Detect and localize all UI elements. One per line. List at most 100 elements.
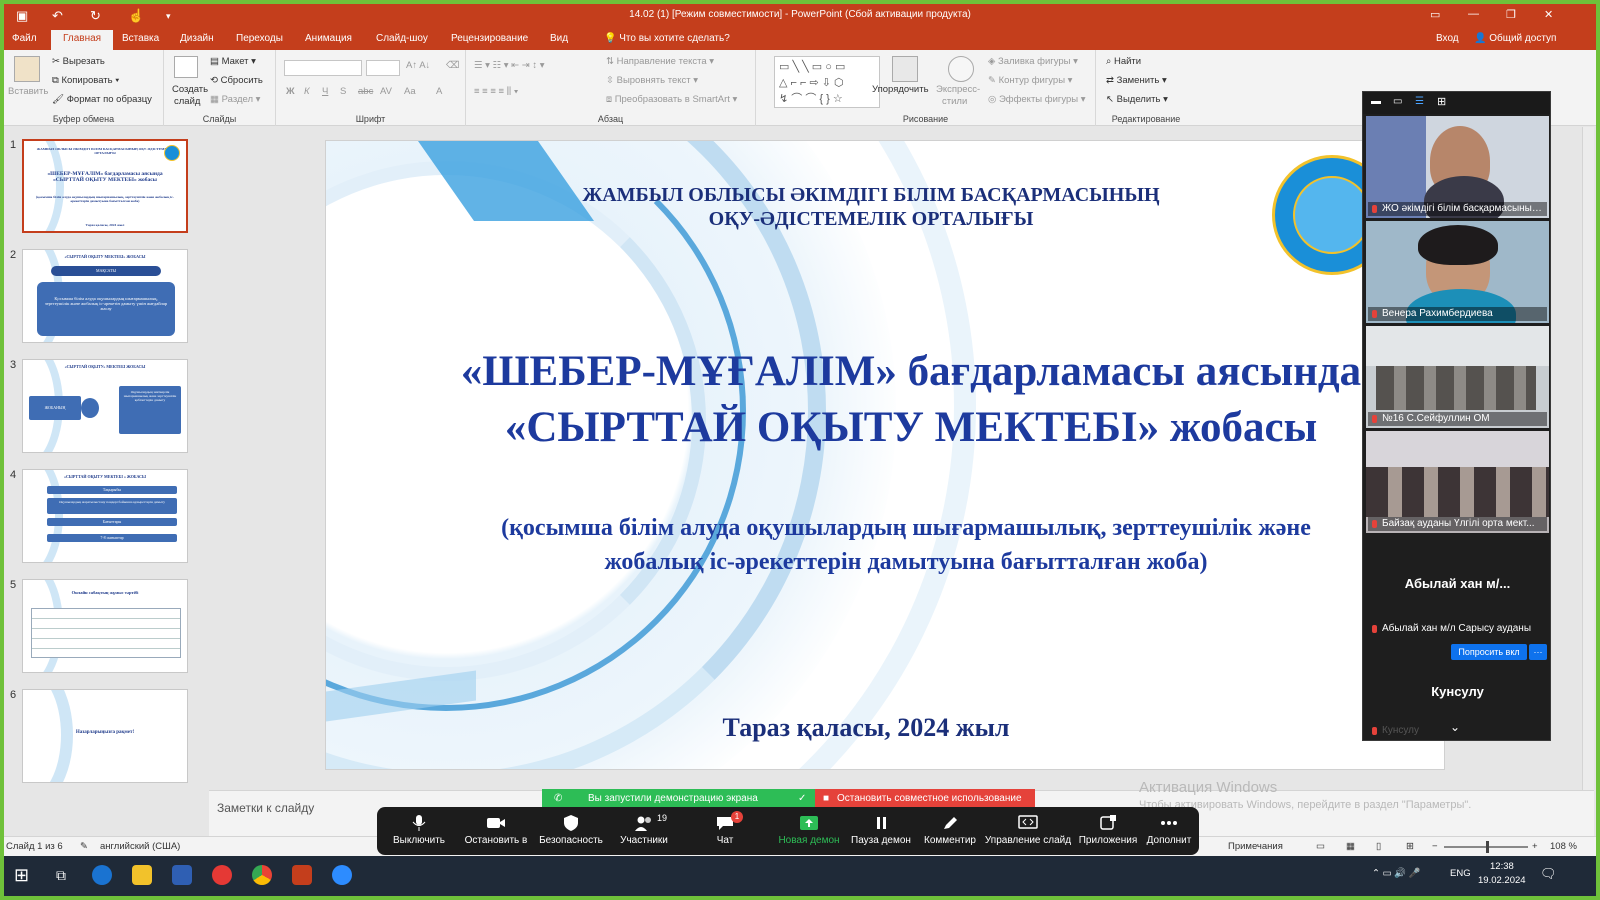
case-icon[interactable]: Aa [404, 86, 416, 97]
apps-button[interactable]: Приложения [1075, 807, 1141, 855]
thumbnail-view-icon[interactable]: ▭ [1393, 96, 1402, 107]
shape-effects-button[interactable]: ◎ Эффекты фигуры ▾ [988, 94, 1086, 105]
participant-tile-6[interactable]: Кунсулу Кунсулу ⌄ [1366, 664, 1549, 740]
participant-video-4[interactable]: Байзақ ауданы Үлгілі орта мект... [1366, 431, 1549, 533]
shapes-gallery[interactable]: ▭ ╲ ╲ ▭ ○ ▭ △ ⌐ ⌐ ⇨ ⇩ ⬡ ↯ ⌒ ⌒ { } ☆ [774, 56, 880, 108]
language-indicator[interactable]: английский (США) [100, 841, 180, 852]
yandex-icon[interactable] [212, 865, 232, 885]
shape-fill-button[interactable]: ◈ Заливка фигуры ▾ [988, 56, 1078, 67]
replace-button[interactable]: ⇄ Заменить ▾ [1106, 75, 1167, 86]
zoom-out-icon[interactable]: − [1432, 841, 1438, 852]
tab-slideshow[interactable]: Слайд-шоу [376, 33, 428, 44]
ask-unmute-button[interactable]: Попросить вкл [1451, 644, 1527, 660]
powerpoint-icon[interactable] [292, 865, 312, 885]
slide-scrollbar[interactable] [1582, 127, 1594, 790]
zoom-in-icon[interactable]: + [1532, 841, 1538, 852]
zoom-app-icon[interactable] [332, 865, 352, 885]
minimize-panel-icon[interactable]: ▬ [1371, 96, 1381, 107]
tab-review[interactable]: Рецензирование [451, 33, 528, 44]
spellcheck-icon[interactable]: ✎ [80, 841, 88, 852]
notifications-icon[interactable]: 🗨 [1540, 866, 1557, 882]
spacing-icon[interactable]: AV [380, 86, 392, 97]
find-button[interactable]: ⌕ Найти [1106, 56, 1141, 67]
tray-icons[interactable]: ⌃ ▭ 🔊 🎤 [1372, 868, 1421, 879]
app-icon[interactable] [172, 865, 192, 885]
text-direction-button[interactable]: ⇅ Направление текста ▾ [606, 56, 714, 67]
sorter-view-icon[interactable]: ▦ [1346, 841, 1355, 852]
grow-font-icon[interactable]: A↑ A↓ [406, 60, 430, 71]
slideshow-view-icon[interactable]: ⊞ [1406, 841, 1414, 852]
section-button[interactable]: ▦ Раздел ▾ [210, 94, 260, 105]
arrange-icon[interactable] [892, 56, 918, 82]
smartart-button[interactable]: ⧈ Преобразовать в SmartArt ▾ [606, 94, 737, 105]
align-icons[interactable]: ≡ ≡ ≡ ≡ ⫼ ▾ [474, 86, 518, 97]
italic-icon[interactable]: К [304, 86, 310, 97]
tab-design[interactable]: Дизайн [180, 33, 214, 44]
ribbon-options-icon[interactable]: ▭ [1430, 8, 1440, 21]
tab-insert[interactable]: Вставка [122, 33, 159, 44]
chrome-icon[interactable] [252, 865, 272, 885]
new-slide-icon[interactable] [174, 56, 198, 78]
more-options-button[interactable]: ··· [1529, 644, 1547, 660]
format-painter-button[interactable]: 🖌 Формат по образцу [52, 94, 152, 105]
windows-start-icon[interactable]: ⊞ [14, 865, 29, 886]
minimize-icon[interactable]: — [1468, 8, 1479, 20]
stop-share-button[interactable]: ■ Остановить совместное использование [815, 789, 1035, 809]
zoom-slider-thumb[interactable] [1486, 841, 1489, 853]
share-button[interactable]: 👤 Общий доступ [1474, 33, 1556, 44]
reset-button[interactable]: ⟲ Сбросить [210, 75, 263, 86]
speaker-view-icon[interactable]: ☰ [1415, 96, 1424, 107]
thumbnail-slide-2[interactable]: «СЫРТТАЙ ОҚЫТУ МЕКТЕБІ» ЖОБАСЫ МАҚСАТЫ Қ… [22, 249, 188, 343]
tab-home[interactable]: Главная [51, 30, 114, 50]
annotate-button[interactable]: Комментир [917, 807, 983, 855]
file-explorer-icon[interactable] [132, 865, 152, 885]
thumbnail-slide-6[interactable]: Назарларыңызға рақмет! [22, 689, 188, 783]
stop-video-button[interactable]: Остановить в [457, 807, 535, 855]
zoom-slider[interactable] [1444, 841, 1528, 853]
new-share-button[interactable]: Новая демон [773, 807, 845, 855]
layout-button[interactable]: ▤ Макет ▾ [210, 56, 256, 67]
scroll-down-icon[interactable]: ⌄ [1450, 720, 1460, 734]
shape-outline-button[interactable]: ✎ Контур фигуры ▾ [988, 75, 1072, 86]
participant-video-1[interactable]: ЖО әкімдігі білім басқармасының ... [1366, 116, 1549, 218]
close-icon[interactable]: ✕ [1544, 8, 1553, 21]
thumbnail-slide-3[interactable]: «СЫРТТАЙ ОҚЫТУ» МЕКТЕБІ ЖОБАСЫ ЖОБАНЫҢ О… [22, 359, 188, 453]
font-size-input[interactable] [366, 60, 400, 76]
tab-view[interactable]: Вид [550, 33, 568, 44]
tab-file[interactable]: Файл [12, 33, 37, 44]
slide-control-button[interactable]: Управление слайд [983, 807, 1073, 855]
signin-link[interactable]: Вход [1436, 33, 1459, 44]
participants-button[interactable]: 19 Участники [609, 807, 679, 855]
underline-icon[interactable]: Ч [322, 86, 328, 97]
align-text-button[interactable]: ⇳ Выровнять текст ▾ [606, 75, 698, 86]
quick-styles-icon[interactable] [948, 56, 974, 82]
new-slide-button[interactable]: Создать [172, 84, 208, 95]
reading-view-icon[interactable]: ▯ [1376, 841, 1381, 852]
paste-icon[interactable] [14, 56, 40, 82]
mute-button[interactable]: Выключить [383, 807, 455, 855]
bold-icon[interactable]: Ж [286, 86, 295, 97]
thumbnail-slide-4[interactable]: «СЫРТТАЙ ОҚЫТУ МЕКТЕБІ » ЖОБАСЫ Тақырыбы… [22, 469, 188, 563]
edge-icon[interactable] [92, 865, 112, 885]
participant-video-3[interactable]: №16 С.Сейфуллин ОМ [1366, 326, 1549, 428]
more-button[interactable]: Дополнит [1141, 807, 1197, 855]
clear-format-icon[interactable]: ⌫ [446, 60, 459, 71]
font-family-input[interactable] [284, 60, 362, 76]
tell-me-box[interactable]: 💡 Что вы хотите сделать? [604, 33, 730, 44]
participant-video-2[interactable]: Венера Рахимбердиева [1366, 221, 1549, 323]
thumbnail-slide-1[interactable]: ЖАМБЫЛ ОБЛЫСЫ ӘКІМДІГІ БІЛІМ БАСҚАРМАСЫН… [22, 139, 188, 233]
current-slide[interactable]: ЖАМБЫЛ ОБЛЫСЫ ӘКІМДІГІ БІЛІМ БАСҚАРМАСЫН… [325, 140, 1445, 770]
security-button[interactable]: Безопасность [535, 807, 607, 855]
chat-button[interactable]: 1 Чат [695, 807, 755, 855]
cut-button[interactable]: ✂ Вырезать [52, 56, 105, 67]
tab-animation[interactable]: Анимация [305, 33, 352, 44]
language-tray[interactable]: ENG [1450, 868, 1471, 879]
gallery-view-icon[interactable]: ⊞ [1437, 95, 1446, 108]
participant-tile-5[interactable]: Абылай хан м/... Абылай хан м/л Сарысу а… [1366, 536, 1549, 638]
zoom-level[interactable]: 108 % [1550, 841, 1577, 852]
quick-styles-button[interactable]: Экспресс- [936, 84, 980, 95]
arrange-button[interactable]: Упорядочить [872, 84, 929, 95]
task-view-icon[interactable]: ⧉ [56, 867, 66, 884]
font-color-icon[interactable]: A [436, 86, 442, 97]
pause-share-button[interactable]: Пауза демон [847, 807, 915, 855]
